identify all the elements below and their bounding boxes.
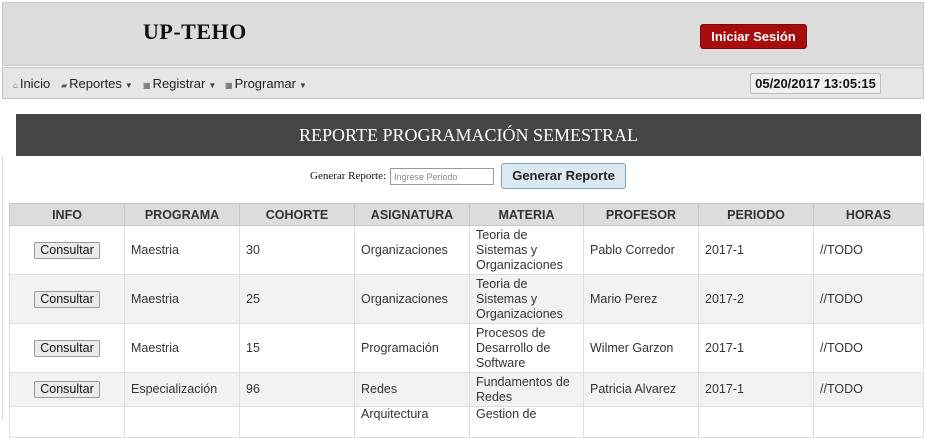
horas-cell: //TODO — [813, 225, 924, 275]
programa-cell: Maestria — [124, 225, 240, 275]
programa-cell: Especialización — [124, 372, 240, 407]
consult-button[interactable]: Consultar — [34, 381, 100, 398]
programa-cell: Maestria — [124, 274, 240, 324]
horas-cell — [813, 406, 924, 438]
programa-cell — [124, 406, 240, 438]
periodo-cell — [698, 406, 814, 438]
cohorte-cell: 96 — [239, 372, 355, 407]
nav-item-reportes[interactable]: ▰ Reportes ▼ — [61, 76, 133, 91]
nav-item-inicio[interactable]: ⌂ Inicio — [13, 76, 50, 91]
period-input[interactable] — [390, 168, 494, 185]
info-cell: Consultar — [9, 225, 125, 275]
periodo-cell: 2017-1 — [698, 372, 814, 407]
table-header-row: INFO PROGRAMA COHORTE ASIGNATURA MATERIA… — [9, 203, 924, 226]
table-row: Consultar Maestria 25 Organizaciones Teo… — [9, 274, 924, 324]
column-header: PROFESOR — [583, 203, 699, 226]
generate-report-label: Generar Reporte: — [310, 170, 387, 182]
asignatura-cell: Redes — [354, 372, 470, 407]
consult-button[interactable]: Consultar — [34, 339, 100, 357]
brand-title: UP-TEHO — [143, 19, 247, 44]
cohorte-cell — [239, 406, 355, 438]
periodo-cell: 2017-2 — [698, 274, 814, 324]
column-header: PROGRAMA — [124, 203, 240, 226]
nav-item-label: Inicio — [19, 76, 51, 91]
nav-bar: ⌂ Inicio ▰ Reportes ▼ ▦ Registrar ▼ ▦ Programa… — [2, 67, 924, 99]
table-row: Consultar Maestria 30 Organizaciones Teo… — [9, 225, 924, 275]
info-cell: Consultar — [9, 323, 125, 373]
profesor-cell — [583, 406, 699, 438]
column-header: HORAS — [813, 203, 924, 226]
horas-cell: //TODO — [813, 323, 924, 373]
column-header: INFO — [9, 203, 125, 226]
profesor-cell: Wilmer Garzon — [583, 323, 699, 373]
consult-button[interactable]: Consultar — [34, 241, 100, 259]
list-icon: ▦ — [143, 81, 151, 90]
asignatura-cell: Arquitectura — [354, 406, 470, 438]
table-row: Arquitectura Gestion de — [9, 406, 924, 438]
top-header: UP-TEHO Iniciar Sesión — [2, 2, 924, 66]
chevron-down-icon: ▼ — [208, 81, 217, 90]
materia-cell: Fundamentos de Redes — [469, 372, 584, 407]
folder-icon: ▰ — [61, 81, 68, 90]
profesor-cell: Mario Perez — [583, 274, 699, 324]
materia-cell: Teoria de Sistemas y Organizaciones — [469, 225, 584, 275]
programa-cell: Maestria — [124, 323, 240, 373]
consult-button[interactable]: Consultar — [34, 290, 100, 308]
cohorte-cell: 25 — [239, 274, 355, 324]
profesor-cell: Pablo Corredor — [583, 225, 699, 275]
horas-cell: //TODO — [813, 372, 924, 407]
nav-item-label: Registrar — [152, 76, 206, 91]
generate-report-button[interactable]: Generar Reporte — [501, 163, 626, 189]
table-row: Consultar Especialización 96 Redes Funda… — [9, 372, 924, 407]
info-cell: Consultar — [9, 274, 125, 324]
chevron-down-icon: ▼ — [124, 81, 133, 90]
materia-cell: Gestion de — [469, 406, 584, 438]
asignatura-cell: Organizaciones — [354, 225, 470, 275]
nav-item-label: Programar — [234, 76, 296, 91]
horas-cell: //TODO — [813, 274, 924, 324]
table-row: Consultar Maestria 15 Programación Proce… — [9, 323, 924, 373]
list-icon: ▦ — [225, 81, 233, 90]
periodo-cell: 2017-1 — [698, 225, 814, 275]
datetime-display: 05/20/2017 13:05:15 — [750, 73, 881, 94]
chevron-down-icon: ▼ — [298, 81, 307, 90]
asignatura-cell: Organizaciones — [354, 274, 470, 324]
nav-item-registrar[interactable]: ▦ Registrar ▼ — [143, 76, 216, 91]
column-header: PERIODO — [698, 203, 814, 226]
profesor-cell: Patricia Alvarez — [583, 372, 699, 407]
column-header: MATERIA — [469, 203, 584, 226]
info-cell: Consultar — [9, 372, 125, 407]
page-title: REPORTE PROGRAMACIÓN SEMESTRAL — [16, 114, 921, 156]
home-icon: ⌂ — [13, 81, 18, 90]
nav-item-programar[interactable]: ▦ Programar ▼ — [225, 76, 307, 91]
periodo-cell: 2017-1 — [698, 323, 814, 373]
report-table: INFO PROGRAMA COHORTE ASIGNATURA MATERIA… — [9, 203, 924, 438]
info-cell — [9, 406, 125, 438]
column-header: ASIGNATURA — [354, 203, 470, 226]
materia-cell: Procesos de Desarrollo de Software — [469, 323, 584, 373]
cohorte-cell: 15 — [239, 323, 355, 373]
nav-item-label: Reportes — [69, 76, 122, 91]
cohorte-cell: 30 — [239, 225, 355, 275]
login-button[interactable]: Iniciar Sesión — [700, 24, 807, 49]
materia-cell: Teoria de Sistemas y Organizaciones — [469, 274, 584, 324]
column-header: COHORTE — [239, 203, 355, 226]
asignatura-cell: Programación — [354, 323, 470, 373]
